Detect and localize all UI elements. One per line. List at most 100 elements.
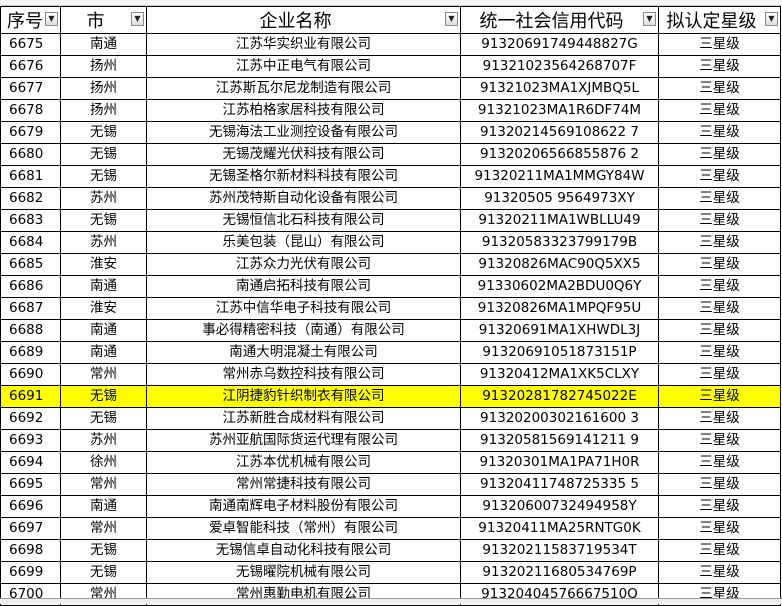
cell-credit-code[interactable]: 91330602MA2BDU0Q6Y xyxy=(460,275,659,298)
cell-credit-code[interactable]: 91320826MA1MPQF95U xyxy=(460,297,659,320)
cell-city[interactable]: 无锡 xyxy=(60,165,147,188)
table-row[interactable]: 6675 南通 江苏华实织业有限公司 91320691749448827G 三星级 xyxy=(0,33,781,56)
dropdown-arrow-icon[interactable]: ▼ xyxy=(45,12,58,26)
cell-company-name[interactable]: 江苏中正电气有限公司 xyxy=(146,55,461,78)
cell-seq[interactable]: 6690 xyxy=(0,363,61,386)
cell-company-name[interactable]: 南通大明混凝土有限公司 xyxy=(146,341,461,364)
cell-credit-code[interactable]: 91320583323799179B xyxy=(460,231,659,254)
cell-city[interactable]: 无锡 xyxy=(60,407,147,430)
cell-credit-code[interactable]: 91320691749448827G xyxy=(460,33,659,56)
cell-credit-code[interactable]: 91320411MA25RNTG0K xyxy=(460,517,659,540)
cell-seq[interactable]: 6688 xyxy=(0,319,61,342)
cell-credit-code[interactable]: 91320281782745022E xyxy=(460,385,659,408)
cell-city[interactable]: 扬州 xyxy=(60,77,147,100)
cell-star-level[interactable]: 三星级 xyxy=(658,407,781,430)
cell-star-level[interactable]: 三星级 xyxy=(658,143,781,166)
table-row[interactable]: 6691 无锡 江阴捷豹针织制衣有限公司 91320281782745022E 三星级 xyxy=(0,385,781,408)
cell-company-name[interactable]: 无锡曜院机械有限公司 xyxy=(146,561,461,584)
cell-seq[interactable]: 6683 xyxy=(0,209,61,232)
table-row[interactable]: 6680 无锡 无锡茂耀光伏科技有限公司 91320206566855876 2 三星级 xyxy=(0,143,781,166)
cell-company-name[interactable]: 江阴捷豹针织制衣有限公司 xyxy=(146,385,461,408)
cell-company-name[interactable]: 无锡信卓自动化科技有限公司 xyxy=(146,539,461,562)
cell-credit-code[interactable]: 91320412MA1XK5CLXY xyxy=(460,363,659,386)
cell-star-level[interactable]: 三星级 xyxy=(658,99,781,122)
table-row[interactable]: 6690 常州 常州赤乌数控科技有限公司 91320412MA1XK5CLXY 三星级 xyxy=(0,363,781,386)
table-row[interactable]: 6689 南通 南通大明混凝土有限公司 91320691051873151P 三星级 xyxy=(0,341,781,364)
cell-city[interactable]: 南通 xyxy=(60,275,147,298)
table-row[interactable]: 6699 无锡 无锡曜院机械有限公司 91320211680534769P 三星级 xyxy=(0,561,781,584)
cell-seq[interactable]: 6689 xyxy=(0,341,61,364)
cell-credit-code[interactable]: 91320214569108622 7 xyxy=(460,121,659,144)
cell-seq[interactable]: 6695 xyxy=(0,473,61,496)
cell-star-level[interactable]: 三星级 xyxy=(658,77,781,100)
cell-city[interactable]: 无锡 xyxy=(60,385,147,408)
cell-credit-code[interactable]: 91320581569141211 9 xyxy=(460,429,659,452)
cell-city[interactable]: 淮安 xyxy=(60,297,147,320)
cell-seq[interactable]: 6677 xyxy=(0,77,61,100)
cell-city[interactable]: 无锡 xyxy=(60,561,147,584)
cell-seq[interactable]: 6698 xyxy=(0,539,61,562)
cell-star-level[interactable]: 三星级 xyxy=(658,165,781,188)
cell-star-level[interactable]: 三星级 xyxy=(658,319,781,342)
cell-star-level[interactable]: 三星级 xyxy=(658,473,781,496)
cell-city[interactable]: 无锡 xyxy=(60,121,147,144)
cell-city[interactable]: 徐州 xyxy=(60,451,147,474)
cell-star-level[interactable]: 三星级 xyxy=(658,231,781,254)
table-row[interactable]: 6681 无锡 无锡圣格尔新材料科技有限公司 91320211MA1MMGY84W 三星… xyxy=(0,165,781,188)
table-row[interactable]: 6678 扬州 江苏柏格家居科技有限公司 91321023MA1R6DF74M 三星级 xyxy=(0,99,781,122)
cell-company-name[interactable]: 江苏斯瓦尔尼龙制造有限公司 xyxy=(146,77,461,100)
cell-city[interactable]: 淮安 xyxy=(60,253,147,276)
cell-seq[interactable]: 6676 xyxy=(0,55,61,78)
cell-company-name[interactable]: 江苏本优机械有限公司 xyxy=(146,451,461,474)
cell-city[interactable]: 常州 xyxy=(60,363,147,386)
table-row[interactable]: 6693 苏州 苏州亚航国际货运代理有限公司 91320581569141211 9三… xyxy=(0,429,781,452)
table-row[interactable]: 6694 徐州 江苏本优机械有限公司 91320301MA1PA71H0R 三星级 xyxy=(0,451,781,474)
cell-city[interactable]: 南通 xyxy=(60,319,147,342)
table-row[interactable]: 6697 常州 爱卓智能科技（常州）有限公司 91320411MA25RNTG0K 三星… xyxy=(0,517,781,540)
cell-city[interactable]: 南通 xyxy=(60,495,147,518)
cell-company-name[interactable]: 苏州茂特斯自动化设备有限公司 xyxy=(146,187,461,210)
cell-star-level[interactable]: 三星级 xyxy=(658,561,781,584)
dropdown-arrow-icon[interactable]: ▼ xyxy=(131,12,144,26)
cell-company-name[interactable]: 事必得精密科技（南通）有限公司 xyxy=(146,319,461,342)
cell-city[interactable]: 无锡 xyxy=(60,143,147,166)
cell-company-name[interactable]: 江苏中信华电子科技有限公司 xyxy=(146,297,461,320)
cell-star-level[interactable]: 三星级 xyxy=(658,209,781,232)
table-row[interactable]: 6676 扬州 江苏中正电气有限公司 91321023564268707F 三星级 xyxy=(0,55,781,78)
cell-city[interactable]: 南通 xyxy=(60,341,147,364)
table-row[interactable]: 6679 无锡 无锡海法工业测控设备有限公司 91320214569108622 7三… xyxy=(0,121,781,144)
cell-credit-code[interactable]: 91320691051873151P xyxy=(460,341,659,364)
cell-city[interactable]: 苏州 xyxy=(60,231,147,254)
cell-seq[interactable]: 6675 xyxy=(0,33,61,56)
table-row[interactable]: 6687 淮安 江苏中信华电子科技有限公司 91320826MA1MPQF95U 三星级 xyxy=(0,297,781,320)
cell-star-level[interactable]: 三星级 xyxy=(658,451,781,474)
table-row[interactable]: 6696 南通 南通南辉电子材料股份有限公司 91320600732494958Y 三星… xyxy=(0,495,781,518)
cell-seq[interactable]: 6685 xyxy=(0,253,61,276)
cell-credit-code[interactable]: 91320211680534769P xyxy=(460,561,659,584)
cell-star-level[interactable]: 三星级 xyxy=(658,539,781,562)
cell-star-level[interactable]: 三星级 xyxy=(658,429,781,452)
cell-company-name[interactable]: 无锡茂耀光伏科技有限公司 xyxy=(146,143,461,166)
cell-star-level[interactable]: 三星级 xyxy=(658,121,781,144)
column-header-star-level[interactable]: 拟认定星级 ▼ xyxy=(658,6,781,34)
cell-credit-code[interactable]: 91320211MA1MMGY84W xyxy=(460,165,659,188)
cell-star-level[interactable]: 三星级 xyxy=(658,297,781,320)
cell-company-name[interactable]: 爱卓智能科技（常州）有限公司 xyxy=(146,517,461,540)
cell-star-level[interactable]: 三星级 xyxy=(658,495,781,518)
table-row[interactable]: 6686 南通 南通启拓科技有限公司 91330602MA2BDU0Q6Y 三星级 xyxy=(0,275,781,298)
cell-star-level[interactable]: 三星级 xyxy=(658,517,781,540)
cell-credit-code[interactable]: 91320301MA1PA71H0R xyxy=(460,451,659,474)
cell-company-name[interactable]: 江苏众力光伏有限公司 xyxy=(146,253,461,276)
cell-company-name[interactable]: 南通南辉电子材料股份有限公司 xyxy=(146,495,461,518)
cell-star-level[interactable]: 三星级 xyxy=(658,363,781,386)
cell-company-name[interactable]: 无锡海法工业测控设备有限公司 xyxy=(146,121,461,144)
cell-city[interactable]: 扬州 xyxy=(60,55,147,78)
column-header-seq[interactable]: 序号 ▼ xyxy=(0,6,61,34)
cell-company-name[interactable]: 常州常捷科技有限公司 xyxy=(146,473,461,496)
cell-seq[interactable]: 6692 xyxy=(0,407,61,430)
cell-company-name[interactable]: 南通启拓科技有限公司 xyxy=(146,275,461,298)
table-row[interactable]: 6684 苏州 乐美包装（昆山）有限公司 91320583323799179B 三星级 xyxy=(0,231,781,254)
cell-seq[interactable]: 6696 xyxy=(0,495,61,518)
cell-company-name[interactable]: 苏州亚航国际货运代理有限公司 xyxy=(146,429,461,452)
cell-star-level[interactable]: 三星级 xyxy=(658,385,781,408)
